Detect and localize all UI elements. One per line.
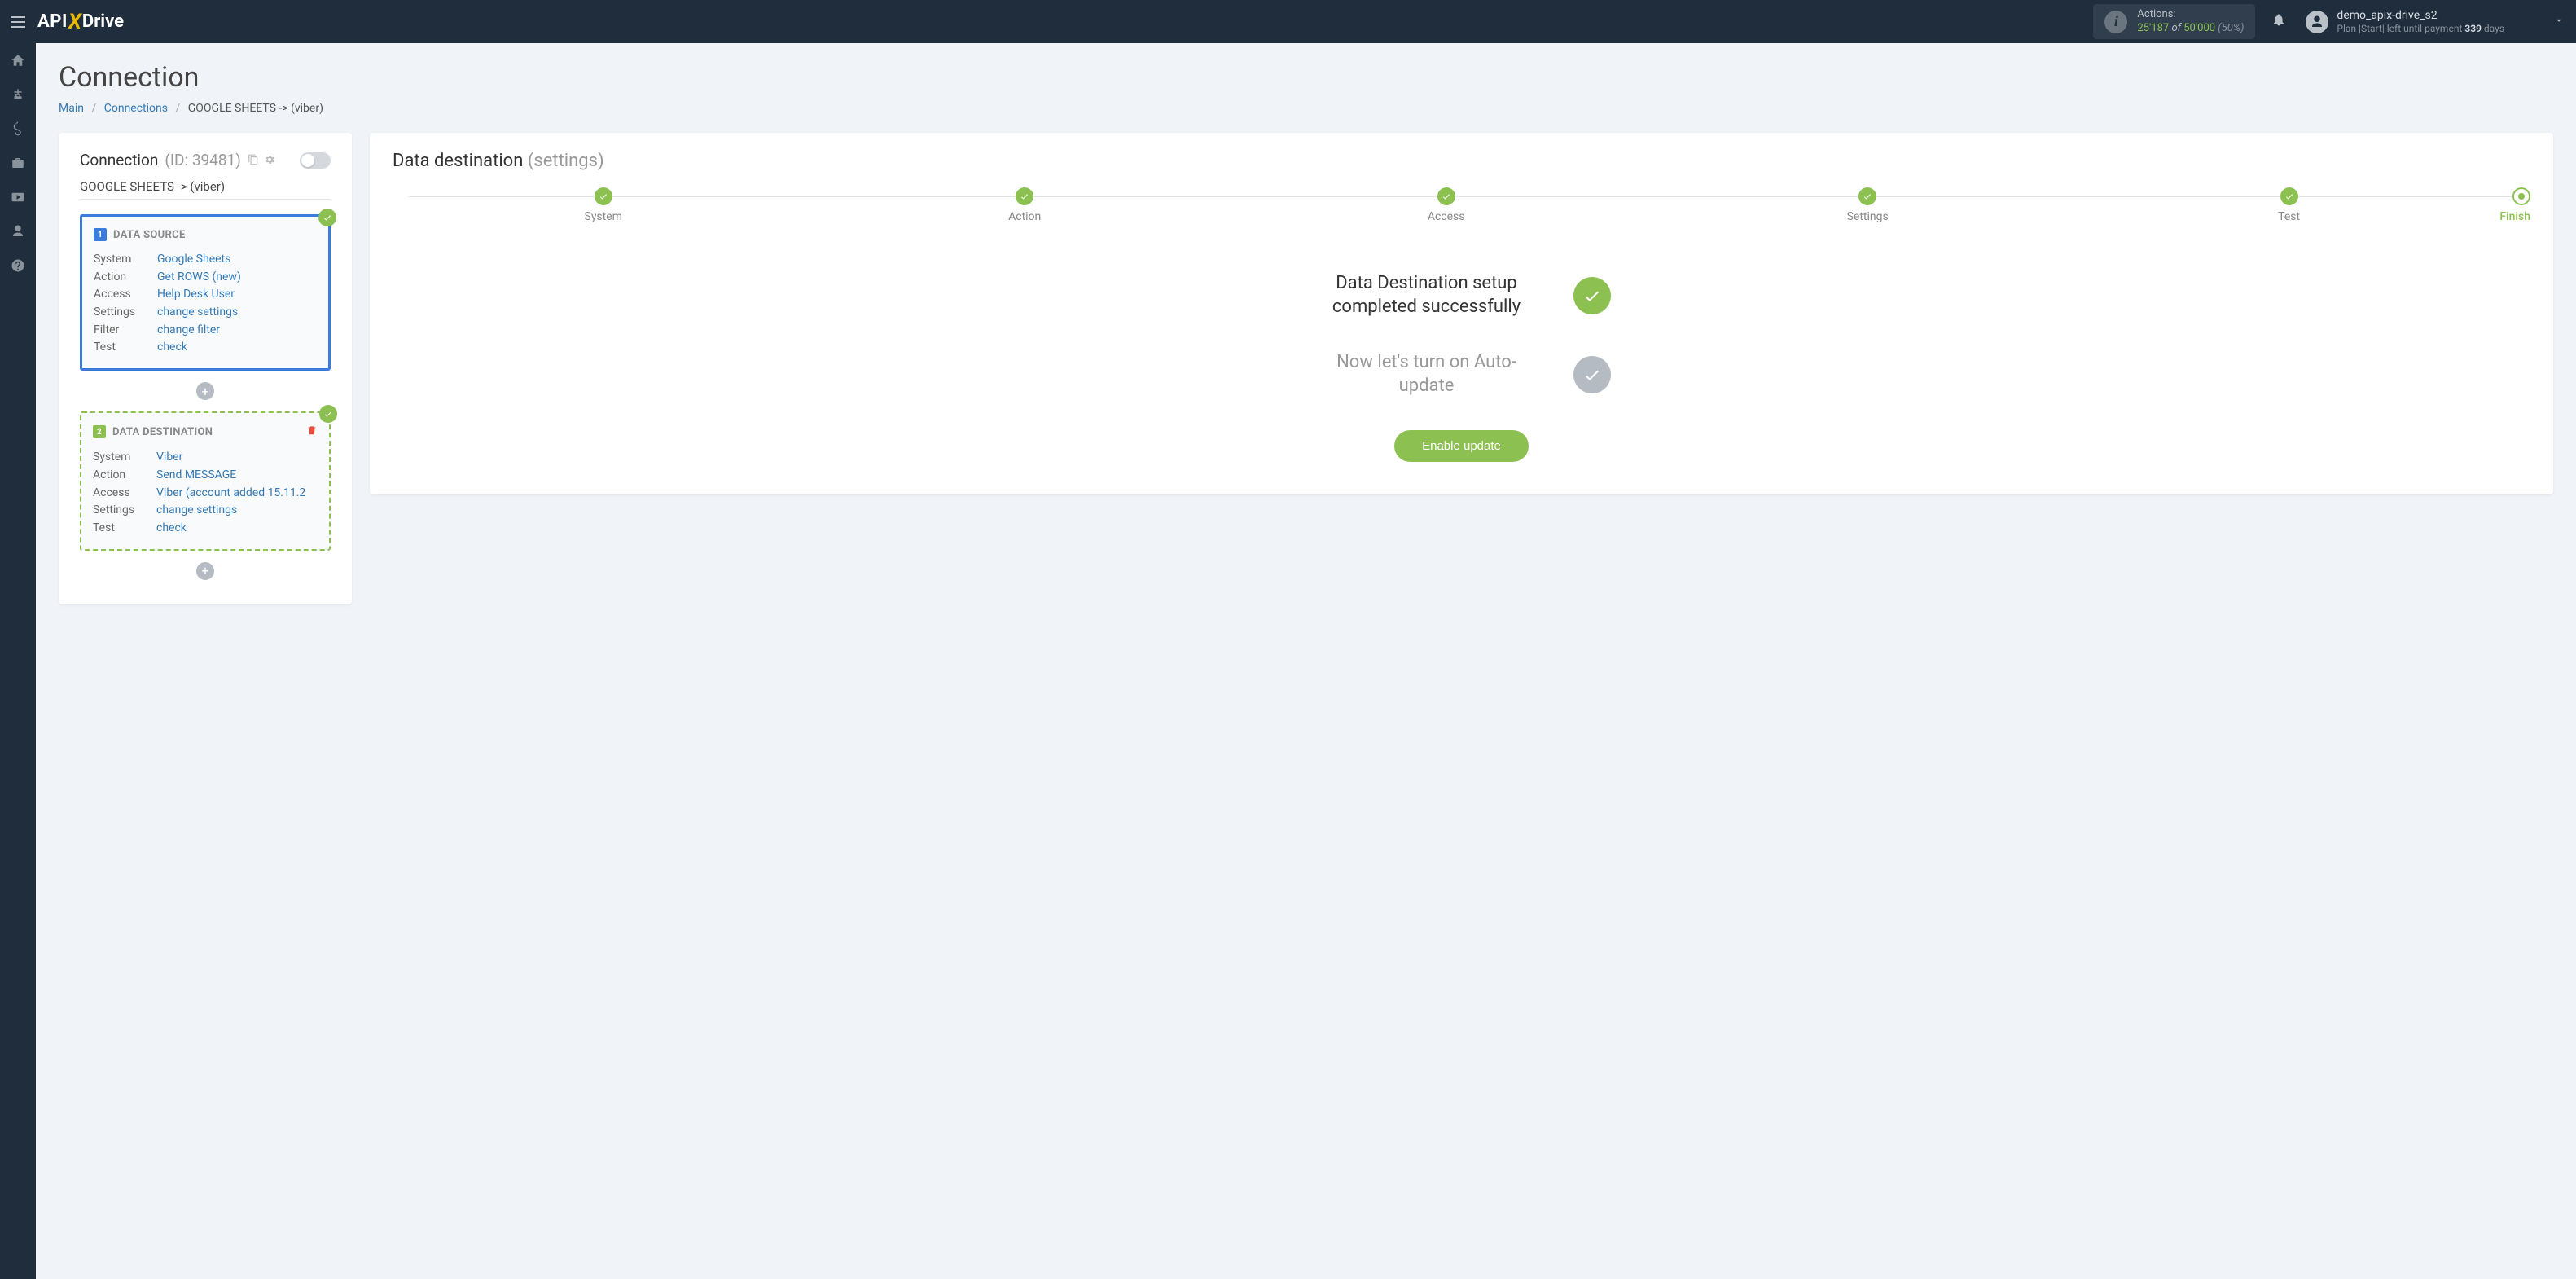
connection-name: GOOGLE SHEETS -> (viber) — [80, 179, 331, 200]
actions-numbers: 25'187 of 50'000 (50%) — [2137, 22, 2244, 36]
rail-video-icon[interactable] — [0, 180, 36, 214]
rail-dollar-icon[interactable] — [0, 112, 36, 146]
enable-update-button[interactable]: Enable update — [1394, 430, 1529, 462]
actions-label: Actions: — [2137, 8, 2244, 22]
dst-access-link[interactable]: Viber (account added 15.11.2 — [156, 485, 305, 503]
step-label: Action — [814, 210, 1235, 223]
hamburger-menu[interactable] — [0, 0, 36, 43]
dst-settings-link[interactable]: change settings — [156, 502, 237, 520]
dst-test-link[interactable]: check — [156, 520, 187, 538]
step-dot-settings[interactable] — [1858, 187, 1876, 205]
breadcrumb-current: GOOGLE SHEETS -> (viber) — [188, 102, 323, 115]
connection-id: (ID: 39481) — [165, 151, 240, 169]
data-destination-title: DATA DESTINATION — [112, 426, 213, 438]
step-label: Finish — [2499, 210, 2530, 223]
rail-home-icon[interactable] — [0, 43, 36, 77]
data-destination-block[interactable]: 2DATA DESTINATION SystemViber ActionSend… — [80, 411, 331, 550]
actions-counter[interactable]: i Actions: 25'187 of 50'000 (50%) — [2093, 4, 2255, 40]
logo[interactable]: APIXDrive — [37, 10, 124, 34]
dest-title-sub: (settings) — [528, 151, 604, 171]
step-dot-action[interactable] — [1016, 187, 1033, 205]
data-source-title: DATA SOURCE — [113, 229, 186, 241]
step-dot-test[interactable] — [2280, 187, 2298, 205]
dest-title: Data destination — [393, 151, 523, 171]
left-rail — [0, 43, 36, 1279]
user-menu[interactable]: demo_apix-drive_s2 Plan |Start| left unt… — [2306, 8, 2565, 36]
enable-toggle[interactable] — [300, 152, 331, 169]
stepper: System Action Access Settings Test Finis… — [393, 187, 2530, 223]
chevron-down-icon[interactable] — [2553, 15, 2565, 29]
breadcrumb-connections[interactable]: Connections — [104, 102, 168, 115]
info-icon: i — [2104, 11, 2127, 33]
src-access-link[interactable]: Help Desk User — [157, 286, 235, 304]
dst-action-link[interactable]: Send MESSAGE — [156, 467, 236, 485]
bell-icon[interactable] — [2271, 12, 2286, 31]
step-dot-finish[interactable] — [2512, 187, 2530, 205]
rail-briefcase-icon[interactable] — [0, 146, 36, 180]
rail-help-icon[interactable] — [0, 248, 36, 283]
step-dot-system[interactable] — [595, 187, 612, 205]
src-action-link[interactable]: Get ROWS (new) — [157, 269, 241, 287]
src-system-link[interactable]: Google Sheets — [157, 251, 230, 269]
check-badge-grey-icon — [1573, 356, 1611, 393]
status-autoupdate-text: Now let's turn on Auto-update — [1313, 351, 1541, 398]
step-label: Access — [1235, 210, 1657, 223]
page-title: Connection — [59, 61, 2553, 94]
step-dot-access[interactable] — [1437, 187, 1455, 205]
data-source-block[interactable]: 1DATA SOURCE SystemGoogle Sheets ActionG… — [80, 214, 331, 371]
user-name: demo_apix-drive_s2 — [2337, 8, 2504, 23]
gear-icon[interactable] — [264, 151, 275, 169]
connection-panel-title: Connection — [80, 151, 158, 169]
breadcrumb-main[interactable]: Main — [59, 102, 84, 115]
check-icon — [319, 405, 337, 423]
check-icon — [318, 209, 336, 226]
copy-icon[interactable] — [248, 151, 259, 169]
step-label: System — [393, 210, 814, 223]
destination-settings-panel: Data destination (settings) System Actio… — [370, 133, 2553, 494]
src-settings-link[interactable]: change settings — [157, 304, 238, 322]
src-test-link[interactable]: check — [157, 339, 187, 357]
dst-system-link[interactable]: Viber — [156, 449, 182, 467]
add-source-button[interactable]: + — [196, 382, 214, 400]
trash-icon[interactable] — [306, 424, 318, 439]
add-destination-button[interactable]: + — [196, 562, 214, 580]
status-completed-text: Data Destination setup completed success… — [1313, 272, 1541, 319]
src-filter-link[interactable]: change filter — [157, 322, 220, 340]
connection-panel: Connection (ID: 39481) GOOGLE SHEETS -> … — [59, 133, 352, 604]
main-content: Connection Main / Connections / GOOGLE S… — [36, 43, 2576, 622]
rail-user-icon[interactable] — [0, 214, 36, 248]
check-badge-green-icon — [1573, 277, 1611, 314]
user-avatar-icon — [2306, 11, 2328, 33]
user-plan: Plan |Start| left until payment 339 days — [2337, 23, 2504, 36]
breadcrumb: Main / Connections / GOOGLE SHEETS -> (v… — [59, 102, 2553, 115]
step-label: Test — [2078, 210, 2499, 223]
rail-sitemap-icon[interactable] — [0, 77, 36, 112]
step-label: Settings — [1657, 210, 2078, 223]
topbar: APIXDrive i Actions: 25'187 of 50'000 (5… — [0, 0, 2576, 43]
